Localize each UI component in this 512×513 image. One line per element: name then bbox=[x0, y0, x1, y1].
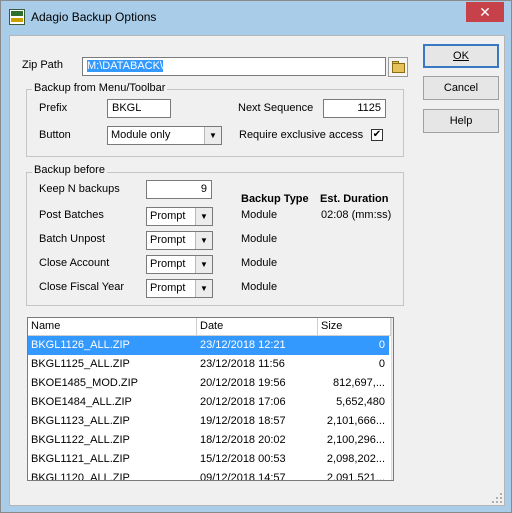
column-header-size[interactable]: Size bbox=[318, 318, 391, 336]
title-bar[interactable]: Adagio Backup Options ✕ bbox=[1, 1, 511, 35]
next-sequence-input[interactable]: 1125 bbox=[323, 99, 386, 118]
button-select-value: Module only bbox=[111, 129, 171, 141]
backup-before-group-title: Backup before bbox=[32, 164, 107, 176]
menu-toolbar-group-title: Backup from Menu/Toolbar bbox=[32, 82, 168, 94]
zip-path-value: M:\DATABACK\ bbox=[87, 60, 163, 72]
file-date: 19/12/2018 18:57 bbox=[200, 415, 286, 427]
file-row[interactable]: BKOE1485_MOD.ZIP 20/12/2018 19:56 812,69… bbox=[28, 374, 389, 393]
scroll-down-icon[interactable]: ▼ bbox=[392, 464, 393, 480]
batch-unpost-label: Batch Unpost bbox=[39, 233, 106, 245]
file-size: 2,091,521... bbox=[326, 472, 385, 481]
post-batches-value: Prompt bbox=[150, 210, 186, 222]
dialog-window: Adagio Backup Options ✕ Zip Path M:\DATA… bbox=[0, 0, 512, 513]
close-fiscal-year-select[interactable]: Prompt ▼ bbox=[146, 279, 213, 298]
close-account-type: Module bbox=[241, 257, 278, 269]
batch-unpost-value: Prompt bbox=[150, 234, 186, 246]
backup-type-header: Backup Type bbox=[241, 193, 309, 205]
resize-grip-icon[interactable] bbox=[491, 492, 503, 504]
help-button-label: Help bbox=[449, 115, 473, 127]
button-select[interactable]: Module only ▼ bbox=[107, 126, 222, 145]
ok-button-label: OK bbox=[453, 50, 469, 62]
chevron-down-icon: ▼ bbox=[195, 208, 212, 225]
close-fiscal-year-value: Prompt bbox=[150, 282, 186, 294]
column-header-date[interactable]: Date bbox=[197, 318, 318, 336]
file-row[interactable]: BKOE1484_ALL.ZIP 20/12/2018 17:06 5,652,… bbox=[28, 393, 389, 412]
file-date: 23/12/2018 11:56 bbox=[200, 358, 285, 370]
help-button[interactable]: Help bbox=[423, 109, 499, 133]
list-vertical-scrollbar[interactable]: ▲ ▼ bbox=[391, 318, 393, 480]
zip-path-input[interactable]: M:\DATABACK\ bbox=[82, 57, 386, 76]
file-name: BKGL1125_ALL.ZIP bbox=[31, 358, 130, 370]
file-size: 0 bbox=[378, 358, 385, 370]
post-batches-duration: 02:08 (mm:ss) bbox=[321, 209, 392, 221]
file-name: BKGL1122_ALL.ZIP bbox=[31, 434, 130, 446]
file-date: 09/12/2018 14:57 bbox=[200, 472, 286, 481]
scroll-up-icon[interactable]: ▲ bbox=[392, 318, 393, 334]
file-name: BKGL1121_ALL.ZIP bbox=[31, 453, 130, 465]
file-size: 2,100,296... bbox=[326, 434, 385, 446]
cancel-button[interactable]: Cancel bbox=[423, 76, 499, 100]
close-fiscal-year-type: Module bbox=[241, 281, 278, 293]
file-row[interactable]: BKGL1121_ALL.ZIP 15/12/2018 00:53 2,098,… bbox=[28, 450, 389, 469]
file-row[interactable]: BKGL1125_ALL.ZIP 23/12/2018 11:56 0 bbox=[28, 355, 389, 374]
column-header-name[interactable]: Name bbox=[28, 318, 197, 336]
chevron-down-icon: ▼ bbox=[204, 127, 221, 144]
window-title: Adagio Backup Options bbox=[31, 10, 157, 24]
next-sequence-label: Next Sequence bbox=[238, 102, 314, 114]
est-duration-header: Est. Duration bbox=[320, 193, 389, 205]
file-row[interactable]: BKGL1126_ALL.ZIP 23/12/2018 12:21 0 bbox=[28, 336, 389, 355]
zip-path-label: Zip Path bbox=[22, 59, 63, 71]
file-size: 812,697,... bbox=[333, 377, 385, 389]
file-name: BKGL1123_ALL.ZIP bbox=[31, 415, 130, 427]
close-fiscal-year-label: Close Fiscal Year bbox=[39, 281, 124, 293]
file-date: 20/12/2018 19:56 bbox=[200, 377, 286, 389]
cancel-button-label: Cancel bbox=[443, 82, 479, 94]
post-batches-label: Post Batches bbox=[39, 209, 104, 221]
chevron-down-icon: ▼ bbox=[195, 232, 212, 249]
file-date: 23/12/2018 12:21 bbox=[200, 339, 286, 351]
keep-backups-label: Keep N backups bbox=[39, 183, 120, 195]
file-name: BKGL1120_ALL.ZIP bbox=[31, 472, 130, 481]
backup-files-list[interactable]: Name Date Size BKGL1126_ALL.ZIP 23/12/20… bbox=[27, 317, 394, 481]
prefix-input[interactable]: BKGL bbox=[107, 99, 171, 118]
ok-button[interactable]: OK bbox=[423, 44, 499, 68]
file-size: 0 bbox=[378, 339, 385, 351]
batch-unpost-select[interactable]: Prompt ▼ bbox=[146, 231, 213, 250]
exclusive-access-checkbox[interactable]: ✔ bbox=[371, 129, 383, 141]
exclusive-access-label: Require exclusive access bbox=[239, 129, 364, 141]
file-row[interactable]: BKGL1120_ALL.ZIP 09/12/2018 14:57 2,091,… bbox=[28, 469, 389, 481]
keep-backups-input[interactable]: 9 bbox=[146, 180, 212, 199]
close-account-label: Close Account bbox=[39, 257, 110, 269]
close-button[interactable]: ✕ bbox=[466, 2, 504, 22]
close-account-select[interactable]: Prompt ▼ bbox=[146, 255, 213, 274]
close-account-value: Prompt bbox=[150, 258, 186, 270]
file-row[interactable]: BKGL1123_ALL.ZIP 19/12/2018 18:57 2,101,… bbox=[28, 412, 389, 431]
file-size: 2,098,202... bbox=[326, 453, 385, 465]
prefix-label: Prefix bbox=[39, 102, 68, 114]
folder-icon-body bbox=[392, 63, 405, 73]
browse-folder-button[interactable] bbox=[388, 57, 408, 77]
chevron-down-icon: ▼ bbox=[195, 280, 212, 297]
file-date: 15/12/2018 00:53 bbox=[200, 453, 286, 465]
file-date: 18/12/2018 20:02 bbox=[200, 434, 286, 446]
file-name: BKOE1484_ALL.ZIP bbox=[31, 396, 132, 408]
file-row[interactable]: BKGL1122_ALL.ZIP 18/12/2018 20:02 2,100,… bbox=[28, 431, 389, 450]
chevron-down-icon: ▼ bbox=[195, 256, 212, 273]
button-label: Button bbox=[39, 129, 71, 141]
file-name: BKGL1126_ALL.ZIP bbox=[31, 339, 130, 351]
dialog-client-area: Zip Path M:\DATABACK\ OK Cancel Help Bac… bbox=[9, 35, 505, 506]
file-size: 2,101,666... bbox=[326, 415, 385, 427]
post-batches-select[interactable]: Prompt ▼ bbox=[146, 207, 213, 226]
post-batches-type: Module bbox=[241, 209, 278, 221]
file-name: BKOE1485_MOD.ZIP bbox=[31, 377, 138, 389]
file-date: 20/12/2018 17:06 bbox=[200, 396, 286, 408]
batch-unpost-type: Module bbox=[241, 233, 278, 245]
adagio-app-icon bbox=[9, 9, 25, 25]
file-size: 5,652,480 bbox=[336, 396, 385, 408]
